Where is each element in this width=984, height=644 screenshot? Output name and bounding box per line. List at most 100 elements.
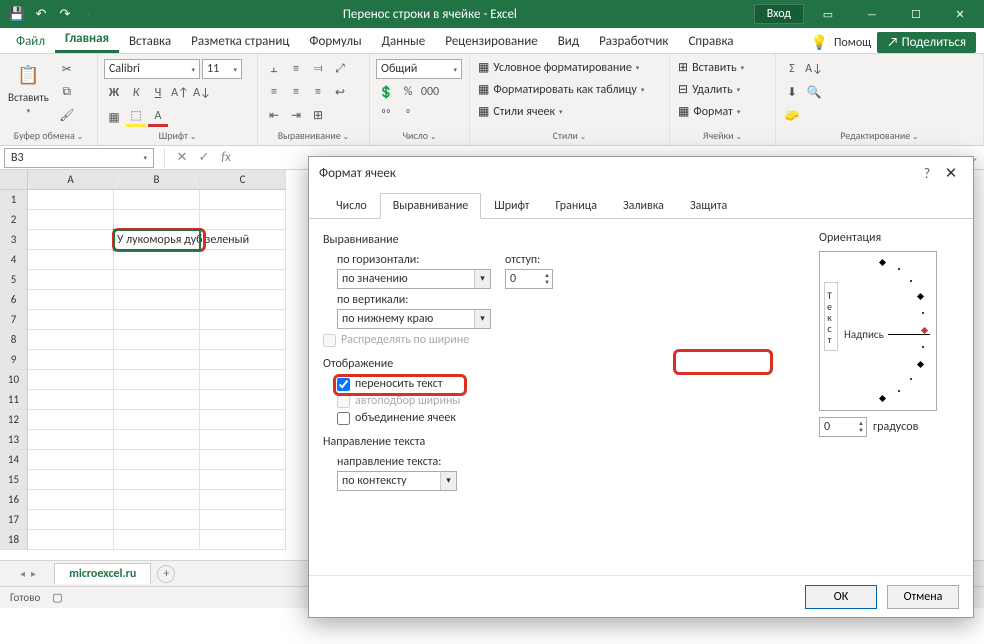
cell[interactable]	[114, 330, 200, 350]
ok-button[interactable]: ОК	[805, 585, 877, 609]
cell[interactable]	[200, 470, 286, 490]
cell[interactable]	[28, 210, 114, 230]
cell[interactable]	[114, 370, 200, 390]
comma-icon[interactable]: 000	[420, 82, 440, 102]
wrap-text-icon[interactable]: ↩	[330, 82, 350, 102]
increase-indent-icon[interactable]: ⇥	[286, 105, 306, 125]
cell[interactable]	[28, 230, 114, 250]
row-header[interactable]: 1	[0, 190, 28, 210]
cell[interactable]	[28, 510, 114, 530]
cell[interactable]	[114, 530, 200, 550]
font-color-icon[interactable]: A	[148, 107, 168, 127]
combo-text-direction[interactable]: по контексту▾	[337, 471, 457, 491]
align-middle-icon[interactable]: ≡	[286, 59, 306, 79]
close-icon[interactable]: ✕	[940, 0, 980, 28]
cell[interactable]	[200, 290, 286, 310]
tab-help[interactable]: Справка	[678, 30, 743, 53]
col-header[interactable]: B	[114, 170, 200, 190]
cut-icon[interactable]: ✂	[57, 59, 77, 79]
undo-icon[interactable]: ↶	[30, 3, 52, 25]
align-center-icon[interactable]: ≡	[286, 82, 306, 102]
cell[interactable]	[200, 370, 286, 390]
cell[interactable]	[200, 390, 286, 410]
decrease-font-icon[interactable]: A↓	[192, 83, 212, 103]
cell[interactable]	[28, 270, 114, 290]
cell[interactable]	[200, 450, 286, 470]
cell[interactable]	[114, 210, 200, 230]
cell[interactable]	[28, 290, 114, 310]
tab-review[interactable]: Рецензирование	[435, 30, 547, 53]
macro-record-icon[interactable]: ▢	[52, 591, 62, 604]
font-family-combo[interactable]: Calibri▾	[104, 59, 200, 79]
cell[interactable]	[114, 410, 200, 430]
cell[interactable]	[200, 530, 286, 550]
cell[interactable]	[28, 470, 114, 490]
row-header[interactable]: 13	[0, 430, 28, 450]
fill-color-icon[interactable]: ⬚	[126, 107, 146, 127]
new-sheet-button[interactable]: +	[157, 565, 175, 583]
cell[interactable]	[28, 490, 114, 510]
dlg-tab-alignment[interactable]: Выравнивание	[380, 193, 482, 219]
cell[interactable]	[28, 390, 114, 410]
dlg-tab-font[interactable]: Шрифт	[481, 193, 542, 219]
cell[interactable]	[200, 270, 286, 290]
italic-icon[interactable]: К	[126, 83, 146, 103]
fx-icon[interactable]: fx	[215, 147, 237, 169]
font-size-combo[interactable]: 11▾	[202, 59, 242, 79]
select-all-corner[interactable]	[0, 170, 28, 190]
orientation-vertical-text[interactable]: Текст	[824, 282, 838, 351]
tab-layout[interactable]: Разметка страниц	[181, 30, 299, 53]
format-cells-button[interactable]: ▦Формат▾	[676, 103, 746, 120]
name-box[interactable]: B3▾	[4, 148, 154, 168]
align-left-icon[interactable]: ≡	[264, 82, 284, 102]
row-header[interactable]: 14	[0, 450, 28, 470]
cell[interactable]	[200, 330, 286, 350]
row-header[interactable]: 12	[0, 410, 28, 430]
enter-formula-icon[interactable]: ✓	[193, 147, 215, 169]
tab-insert[interactable]: Вставка	[119, 30, 181, 53]
increase-decimal-icon[interactable]: ⁰⁰	[376, 105, 396, 125]
cell[interactable]	[28, 190, 114, 210]
decrease-decimal-icon[interactable]: ⁰	[398, 105, 418, 125]
tell-me-icon[interactable]: 💡	[811, 34, 828, 51]
row-header[interactable]: 3	[0, 230, 28, 250]
cell[interactable]	[200, 410, 286, 430]
format-painter-icon[interactable]: 🖌	[57, 105, 77, 125]
tab-developer[interactable]: Разработчик	[589, 30, 678, 53]
cell[interactable]	[28, 530, 114, 550]
save-icon[interactable]: 💾	[6, 3, 28, 25]
sheet-tab-active[interactable]: microexcel.ru	[54, 563, 151, 584]
cell[interactable]	[114, 190, 200, 210]
cell[interactable]	[28, 310, 114, 330]
share-button[interactable]: ↗ Поделиться	[877, 32, 976, 53]
cell[interactable]	[114, 350, 200, 370]
percent-icon[interactable]: %	[398, 82, 418, 102]
cell[interactable]	[114, 470, 200, 490]
cell[interactable]	[114, 490, 200, 510]
dlg-tab-fill[interactable]: Заливка	[610, 193, 677, 219]
cell[interactable]	[114, 290, 200, 310]
copy-icon[interactable]: ⧉	[57, 82, 77, 102]
sort-filter-icon[interactable]: A↓	[804, 59, 824, 79]
number-format-combo[interactable]: Общий▾	[376, 59, 462, 79]
cell[interactable]: У лукоморья дуб зеленый	[114, 230, 200, 250]
row-header[interactable]: 16	[0, 490, 28, 510]
cell[interactable]	[200, 430, 286, 450]
cell[interactable]	[28, 330, 114, 350]
cancel-button[interactable]: Отмена	[887, 585, 959, 609]
combo-vertical[interactable]: по нижнему краю▾	[337, 309, 491, 329]
tell-me-label[interactable]: Помощ	[834, 36, 871, 50]
row-header[interactable]: 7	[0, 310, 28, 330]
align-bottom-icon[interactable]: ⫤	[308, 59, 328, 79]
sheet-nav-next-icon[interactable]: ▸	[31, 567, 36, 580]
borders-icon[interactable]: ▦	[104, 107, 124, 127]
paste-button[interactable]: 📋 Вставить ▾	[6, 59, 51, 117]
dialog-close-icon[interactable]: ✕	[939, 164, 963, 183]
tab-formulas[interactable]: Формулы	[299, 30, 371, 53]
align-top-icon[interactable]: ⫠	[264, 59, 284, 79]
cell[interactable]	[114, 510, 200, 530]
cell[interactable]	[28, 350, 114, 370]
cell[interactable]	[200, 250, 286, 270]
cell[interactable]	[28, 430, 114, 450]
spin-indent[interactable]: 0▲▼	[505, 269, 553, 289]
